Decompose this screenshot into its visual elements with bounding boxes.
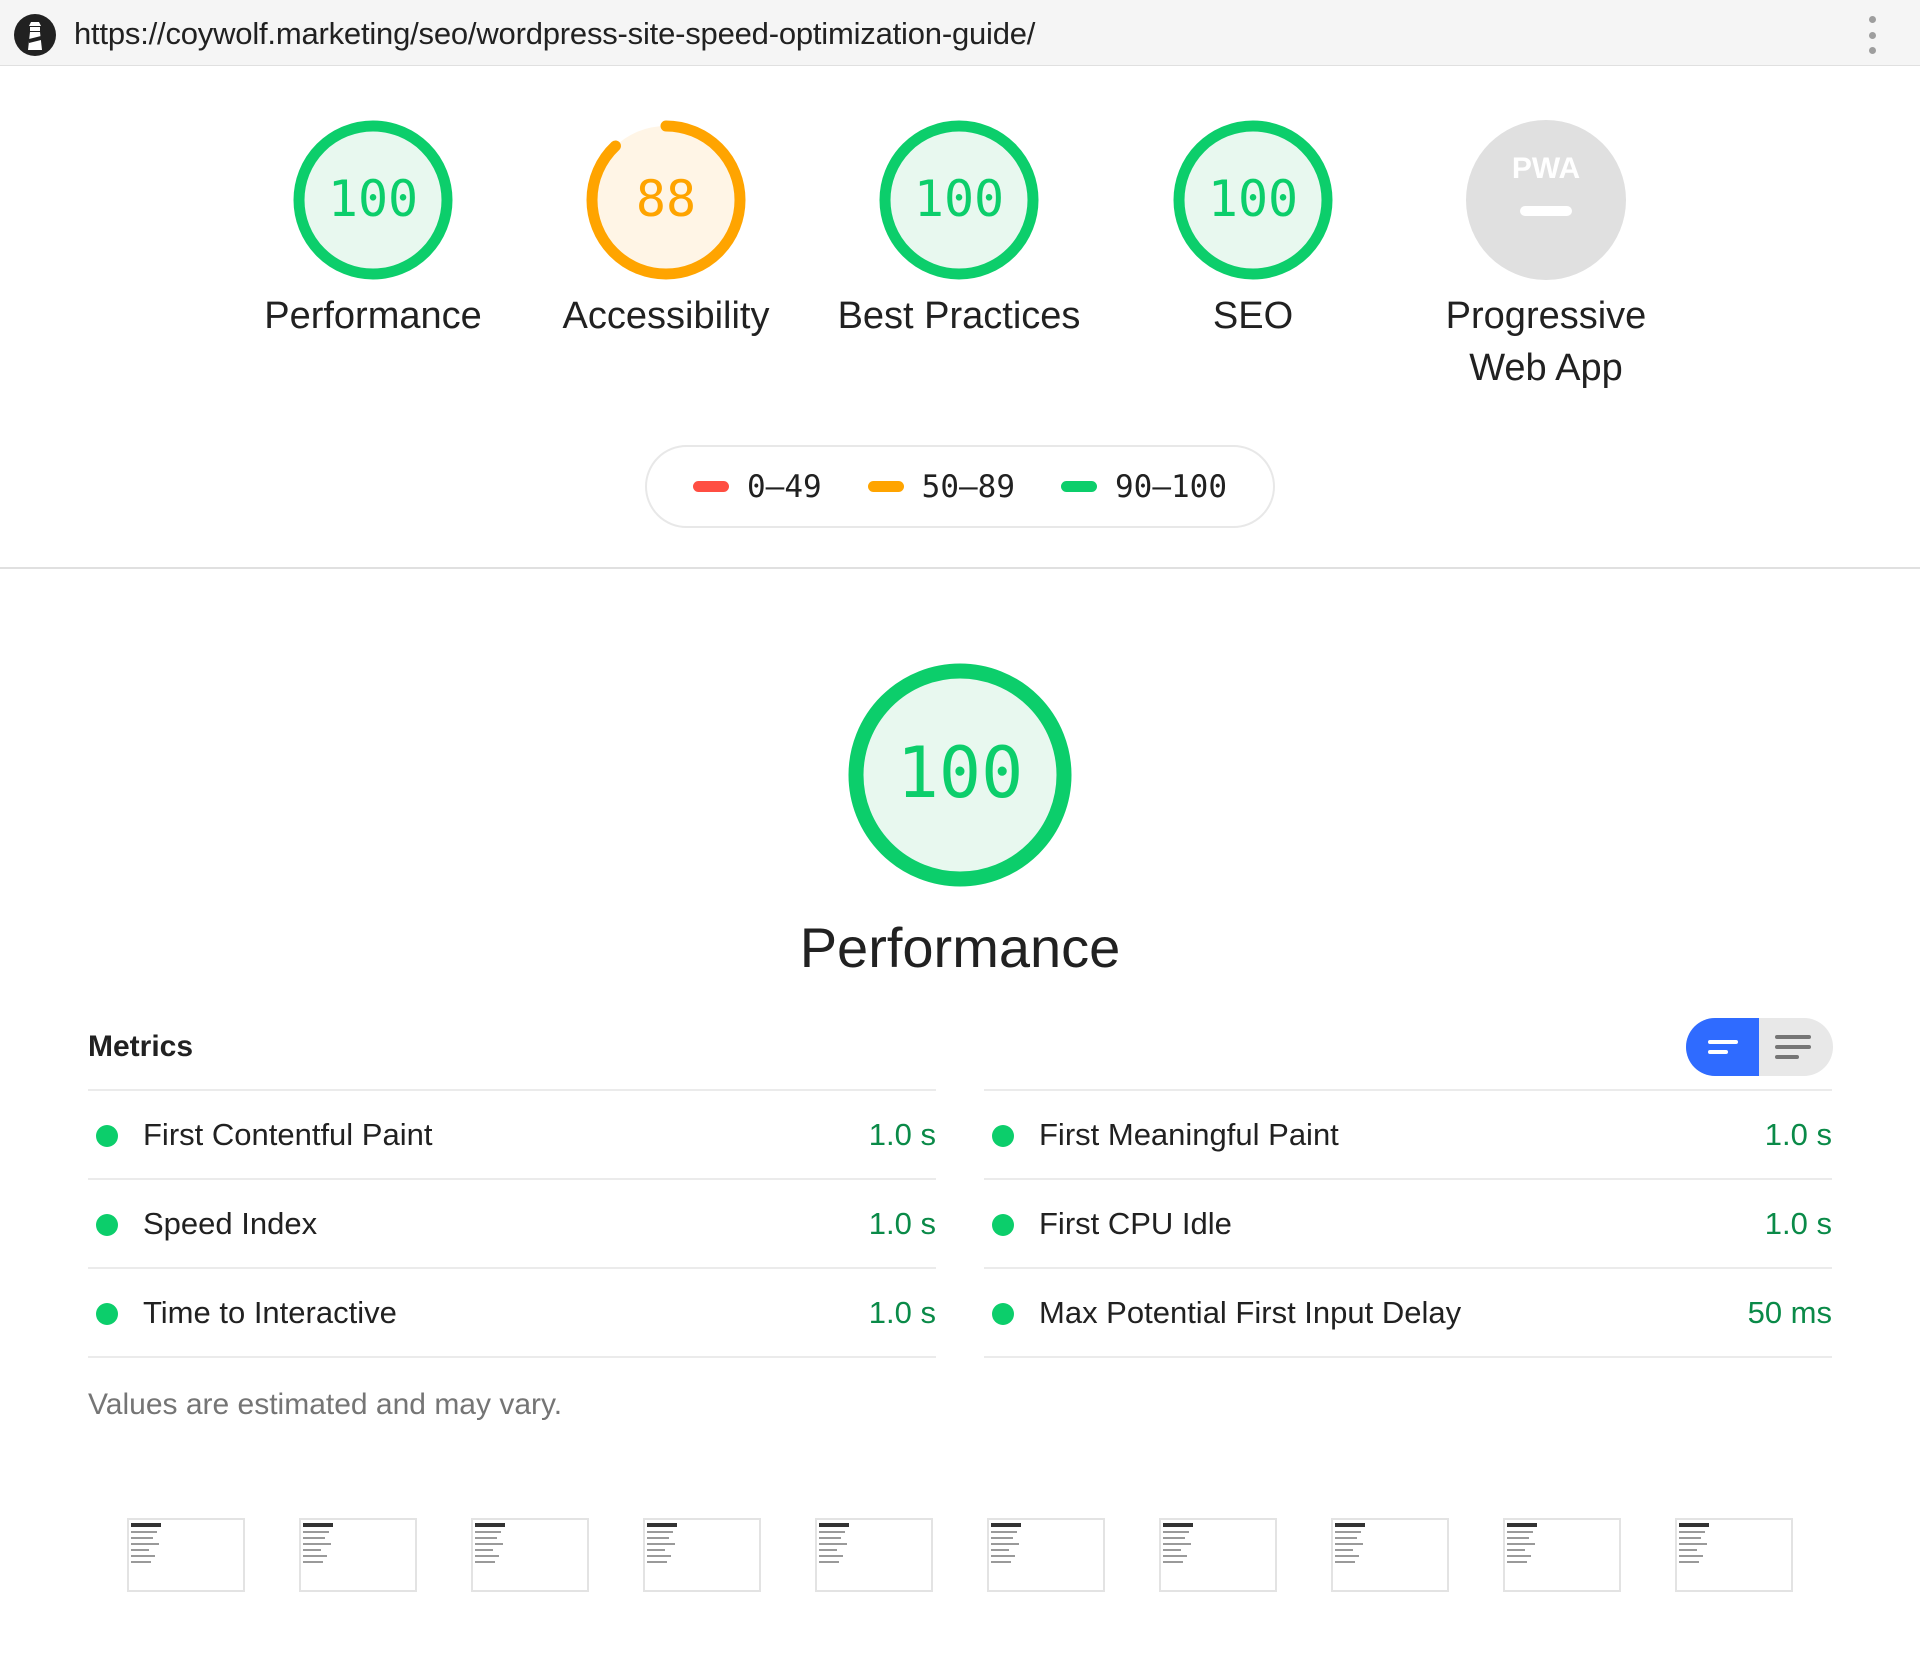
performance-big-gauge: 100 xyxy=(848,663,1072,887)
gauge-accessibility[interactable]: 88 Accessibility xyxy=(541,120,791,342)
gauge-performance[interactable]: 100 Performance xyxy=(248,120,498,342)
gauge-score: 100 xyxy=(328,170,418,228)
filmstrip-frame xyxy=(1159,1518,1277,1592)
gauge-best-practices[interactable]: 100 Best Practices xyxy=(834,120,1084,342)
gauge-label: Best Practices xyxy=(837,295,1081,337)
metric-name: First CPU Idle xyxy=(1039,1206,1232,1241)
metrics-heading: Metrics xyxy=(88,1030,194,1063)
pass-dot-icon xyxy=(992,1125,1014,1147)
metric-row: First Contentful Paint 1.0 s xyxy=(88,1091,936,1180)
page-url[interactable]: https://coywolf.marketing/seo/wordpress-… xyxy=(74,16,1035,52)
pass-dot-icon xyxy=(96,1125,118,1147)
seo-gauge-ring: 100 xyxy=(1173,120,1333,280)
metric-value: 1.0 s xyxy=(1764,1117,1832,1152)
pass-dot-icon xyxy=(992,1303,1014,1325)
expanded-view-icon[interactable] xyxy=(1759,1018,1832,1076)
metric-value: 1.0 s xyxy=(868,1117,936,1152)
metric-row: Speed Index 1.0 s xyxy=(88,1180,936,1269)
filmstrip-frame xyxy=(815,1518,933,1592)
gauge-score: 88 xyxy=(636,170,696,228)
metric-name: Max Potential First Input Delay xyxy=(1039,1295,1462,1330)
filmstrip-frame xyxy=(1503,1518,1621,1592)
metric-value: 50 ms xyxy=(1747,1295,1832,1330)
filmstrip-frame xyxy=(127,1518,245,1592)
compact-view-icon[interactable] xyxy=(1686,1018,1759,1076)
filmstrip xyxy=(127,1518,1797,1592)
legend-range: 90–100 xyxy=(1115,468,1227,505)
gauge-label-line1: Progressive xyxy=(1445,295,1647,337)
gauge-label: Performance xyxy=(264,295,482,337)
metrics-column-right: First Meaningful Paint 1.0 s First CPU I… xyxy=(984,1089,1832,1358)
gauge-label: SEO xyxy=(1212,295,1294,337)
gauge-seo[interactable]: 100 SEO xyxy=(1128,120,1378,342)
metric-row: First CPU Idle 1.0 s xyxy=(984,1180,1832,1269)
more-options-icon[interactable] xyxy=(1860,16,1884,54)
best-practices-gauge-ring: 100 xyxy=(879,120,1039,280)
gauge-label-line2: Web App xyxy=(1469,347,1623,389)
gauge-label: Accessibility xyxy=(562,295,770,337)
performance-gauge-ring: 100 xyxy=(293,120,453,280)
filmstrip-frame xyxy=(299,1518,417,1592)
metric-row: First Meaningful Paint 1.0 s xyxy=(984,1091,1832,1180)
legend-item-average: 50–89 xyxy=(867,468,1015,505)
metrics-view-toggle[interactable] xyxy=(1686,1018,1833,1076)
legend-swatch xyxy=(1061,481,1097,492)
filmstrip-frame xyxy=(987,1518,1105,1592)
metric-row: Max Potential First Input Delay 50 ms xyxy=(984,1269,1832,1358)
legend-item-pass: 90–100 xyxy=(1061,469,1227,505)
metrics-column-left: First Contentful Paint 1.0 s Speed Index… xyxy=(88,1089,936,1358)
pass-dot-icon xyxy=(96,1214,118,1236)
filmstrip-frame xyxy=(471,1518,589,1592)
pass-dot-icon xyxy=(96,1303,118,1325)
lighthouse-logo-icon xyxy=(14,14,56,56)
filmstrip-frame xyxy=(1331,1518,1449,1592)
accessibility-gauge-ring: 88 xyxy=(586,120,746,280)
url-bar: https://coywolf.marketing/seo/wordpress-… xyxy=(0,0,1920,66)
legend-swatch xyxy=(867,481,904,492)
gauge-score: 100 xyxy=(1208,170,1298,228)
gauge-pwa[interactable]: PWA Progressive Web App xyxy=(1421,120,1671,394)
legend-item-fail: 0–49 xyxy=(693,469,822,505)
pass-dot-icon xyxy=(992,1214,1014,1236)
legend-range: 50–89 xyxy=(921,468,1015,505)
legend-range: 0–49 xyxy=(747,468,822,505)
metric-name: First Meaningful Paint xyxy=(1039,1117,1339,1152)
metric-value: 1.0 s xyxy=(868,1206,936,1241)
performance-big-score: 100 xyxy=(897,732,1023,814)
pwa-badge-icon: PWA xyxy=(1466,120,1626,280)
score-legend: 0–49 50–89 90–100 xyxy=(645,445,1275,528)
legend-swatch xyxy=(693,481,730,492)
estimate-note: Values are estimated and may vary. xyxy=(88,1388,563,1421)
metric-name: Speed Index xyxy=(143,1206,318,1241)
filmstrip-frame xyxy=(1675,1518,1793,1592)
gauge-score: 100 xyxy=(914,170,1004,228)
metric-name: Time to Interactive xyxy=(143,1295,397,1330)
filmstrip-frame xyxy=(643,1518,761,1592)
pwa-badge-text: PWA xyxy=(1512,152,1580,185)
metric-row: Time to Interactive 1.0 s xyxy=(88,1269,936,1358)
section-divider xyxy=(0,567,1920,569)
metric-value: 1.0 s xyxy=(868,1295,936,1330)
performance-section-title: Performance xyxy=(799,916,1121,979)
metric-name: First Contentful Paint xyxy=(143,1117,433,1152)
metric-value: 1.0 s xyxy=(1764,1206,1832,1241)
